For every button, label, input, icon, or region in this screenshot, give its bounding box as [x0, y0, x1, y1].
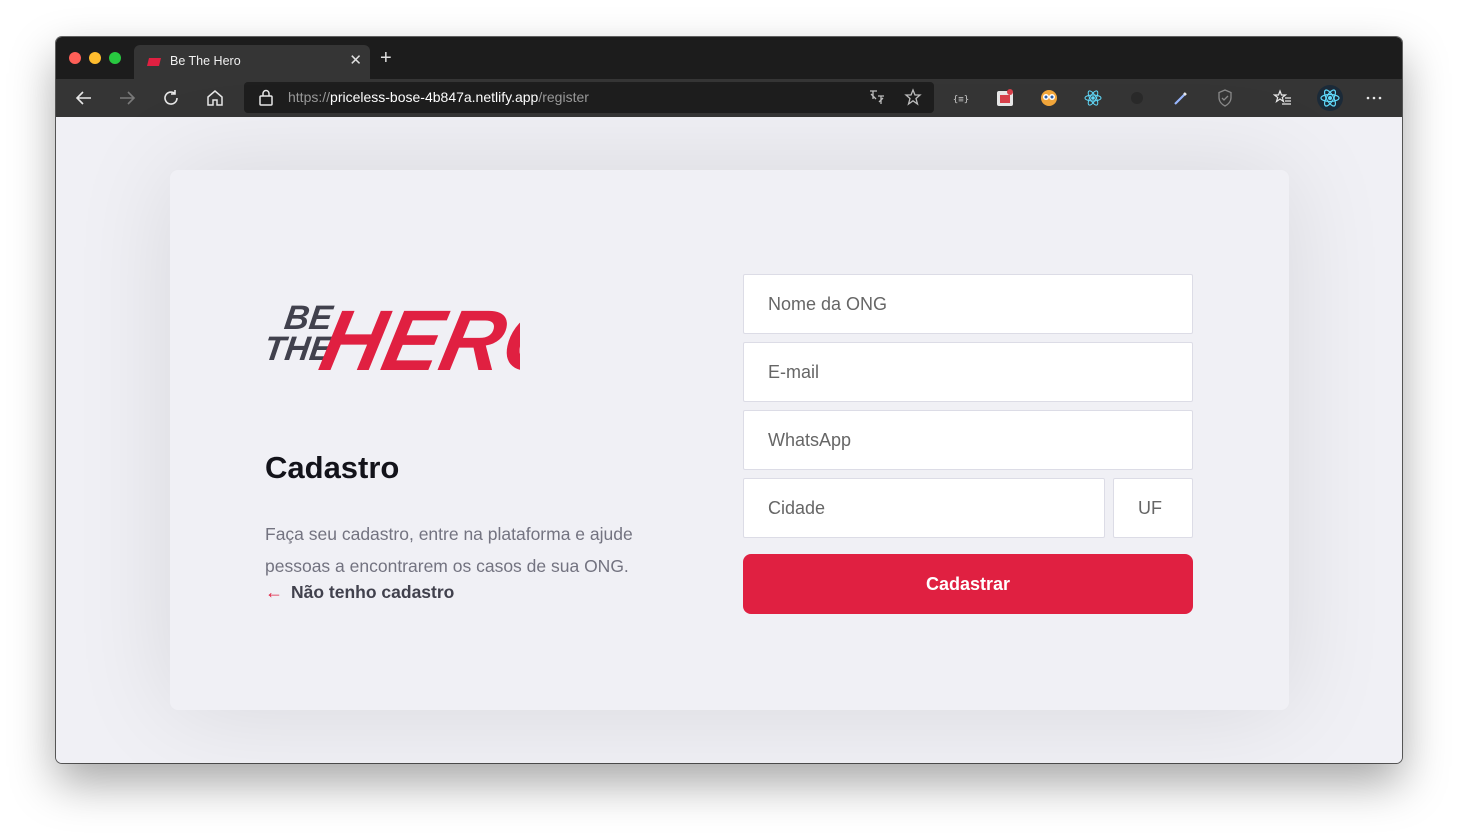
ong-name-input[interactable]: [743, 274, 1193, 334]
uf-input[interactable]: [1113, 478, 1193, 538]
back-link-label: Não tenho cadastro: [291, 582, 455, 602]
maximize-window-button[interactable]: [109, 52, 121, 64]
shield-icon[interactable]: [1215, 88, 1235, 108]
email-input[interactable]: [743, 342, 1193, 402]
whatsapp-input[interactable]: [743, 410, 1193, 470]
register-button[interactable]: Cadastrar: [743, 554, 1193, 614]
be-the-hero-logo: BE THE HERO: [265, 293, 520, 384]
svg-text:HERO: HERO: [313, 293, 520, 384]
extension-owl-icon[interactable]: [1039, 88, 1059, 108]
svg-text:{≡}: {≡}: [953, 95, 969, 105]
tab-favicon-icon: [147, 58, 161, 66]
translate-icon[interactable]: [868, 88, 886, 106]
profile-icon[interactable]: [1316, 84, 1344, 112]
url-text: https://priceless-bose-4b847a.netlify.ap…: [288, 89, 589, 105]
back-link[interactable]: ← Não tenho cadastro: [265, 582, 454, 603]
toolbar: https://priceless-bose-4b847a.netlify.ap…: [56, 79, 1402, 117]
page-description: Faça seu cadastro, entre na plataforma e…: [265, 524, 633, 576]
favorites-icon[interactable]: [1272, 88, 1293, 108]
page-title: Cadastro: [265, 450, 400, 485]
arrow-left-icon: ←: [265, 582, 283, 602]
color-picker-icon[interactable]: [1171, 88, 1191, 108]
city-input[interactable]: [743, 478, 1105, 538]
address-bar[interactable]: https://priceless-bose-4b847a.netlify.ap…: [244, 82, 934, 113]
tab-title: Be The Hero: [170, 54, 241, 68]
tab-active[interactable]: Be The Hero ✕: [134, 45, 370, 79]
react-devtools-icon[interactable]: [1083, 88, 1103, 108]
extension-red-icon[interactable]: [995, 88, 1015, 108]
json-extension-icon[interactable]: {≡}: [951, 88, 971, 108]
browser-window: Be The Hero ✕ + https://priceless-bose-4…: [56, 37, 1402, 763]
tab-close-icon[interactable]: ✕: [349, 51, 362, 69]
reload-icon[interactable]: [158, 85, 184, 111]
star-icon[interactable]: [904, 88, 922, 106]
close-window-button[interactable]: [69, 52, 81, 64]
register-card: BE THE HERO Cadastro Faça seu cadastro, …: [170, 170, 1289, 710]
home-icon[interactable]: [202, 85, 228, 111]
new-tab-icon[interactable]: +: [380, 47, 392, 70]
minimize-window-button[interactable]: [89, 52, 101, 64]
more-icon[interactable]: [1364, 88, 1384, 108]
back-icon[interactable]: [71, 85, 97, 111]
forward-icon[interactable]: [114, 85, 140, 111]
tab-bar: Be The Hero ✕ +: [56, 37, 1402, 79]
extension-dark-icon[interactable]: [1127, 88, 1147, 108]
lock-icon: [259, 89, 273, 106]
page-content: BE THE HERO Cadastro Faça seu cadastro, …: [56, 117, 1402, 763]
